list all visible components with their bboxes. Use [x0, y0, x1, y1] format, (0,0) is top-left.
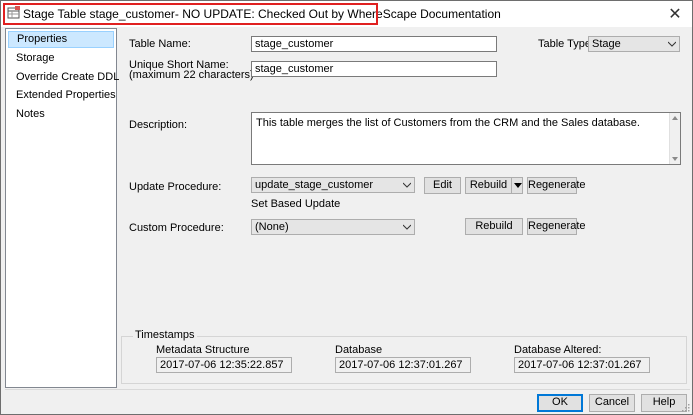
- short-name-input[interactable]: stage_customer: [251, 61, 497, 77]
- short-name-hint: (maximum 22 characters): [129, 69, 254, 81]
- update-procedure-select[interactable]: update_stage_customer: [251, 177, 415, 193]
- update-procedure-value: update_stage_customer: [255, 179, 374, 191]
- scroll-down-icon[interactable]: [672, 157, 678, 161]
- stage-table-dialog: Stage Table stage_customer- NO UPDATE: C…: [0, 0, 693, 415]
- database-value: 2017-07-06 12:37:01.267: [335, 357, 471, 373]
- description-text: This table merges the list of Customers …: [256, 117, 640, 129]
- update-procedure-label: Update Procedure:: [129, 181, 222, 193]
- dropdown-arrow-icon: [514, 183, 522, 188]
- chevron-down-icon: [668, 41, 676, 47]
- rebuild-button[interactable]: Rebuild: [465, 177, 512, 194]
- custom-procedure-select[interactable]: (None): [251, 219, 415, 235]
- custom-procedure-value: (None): [255, 221, 289, 233]
- sidebar-item-storage[interactable]: Storage: [8, 50, 114, 67]
- database-label: Database: [335, 344, 383, 356]
- database-altered-value: 2017-07-06 12:37:01.267: [514, 357, 650, 373]
- ok-button[interactable]: OK: [537, 394, 583, 412]
- sidebar: Properties Storage Override Create DDL E…: [5, 28, 119, 388]
- sidebar-item-notes[interactable]: Notes: [8, 106, 114, 123]
- footer-divider: [5, 389, 690, 390]
- close-button[interactable]: ✕: [662, 3, 688, 25]
- sidebar-item-override-create-ddl[interactable]: Override Create DDL: [8, 69, 119, 86]
- cancel-button[interactable]: Cancel: [589, 394, 635, 412]
- custom-procedure-label: Custom Procedure:: [129, 222, 224, 234]
- sidebar-item-properties[interactable]: Properties: [8, 31, 114, 48]
- table-type-select[interactable]: Stage: [588, 36, 680, 52]
- regenerate-button[interactable]: Regenerate: [527, 177, 586, 194]
- scroll-up-icon[interactable]: [672, 116, 678, 120]
- metadata-structure-value: 2017-07-06 12:35:22.857: [156, 357, 292, 373]
- custom-regenerate-button[interactable]: Regenerate: [527, 218, 586, 235]
- database-altered-label: Database Altered:: [514, 344, 602, 356]
- resize-grip-icon[interactable]: [680, 402, 690, 412]
- description-scrollbar[interactable]: [669, 113, 680, 164]
- metadata-structure-label: Metadata Structure: [156, 344, 250, 356]
- table-name-input[interactable]: stage_customer: [251, 36, 497, 52]
- timestamps-title: Timestamps: [133, 329, 197, 342]
- table-name-label: Table Name:: [129, 38, 191, 50]
- table-type-label: Table Type:: [538, 38, 595, 50]
- properties-panel: Table Name: stage_customer Table Type: S…: [119, 28, 690, 388]
- edit-button[interactable]: Edit: [424, 177, 461, 194]
- title-highlight-box: [3, 3, 378, 25]
- title-bar[interactable]: Stage Table stage_customer- NO UPDATE: C…: [1, 1, 692, 27]
- chevron-down-icon: [403, 224, 411, 230]
- chevron-down-icon: [403, 182, 411, 188]
- close-icon: ✕: [668, 6, 682, 23]
- description-label: Description:: [129, 119, 188, 131]
- sidebar-item-extended-properties[interactable]: Extended Properties: [8, 87, 116, 104]
- description-textarea[interactable]: This table merges the list of Customers …: [251, 112, 681, 165]
- table-type-value: Stage: [592, 38, 621, 50]
- custom-rebuild-button[interactable]: Rebuild: [465, 218, 523, 235]
- rebuild-options-button[interactable]: [511, 177, 523, 194]
- set-based-update-label: Set Based Update: [251, 198, 341, 210]
